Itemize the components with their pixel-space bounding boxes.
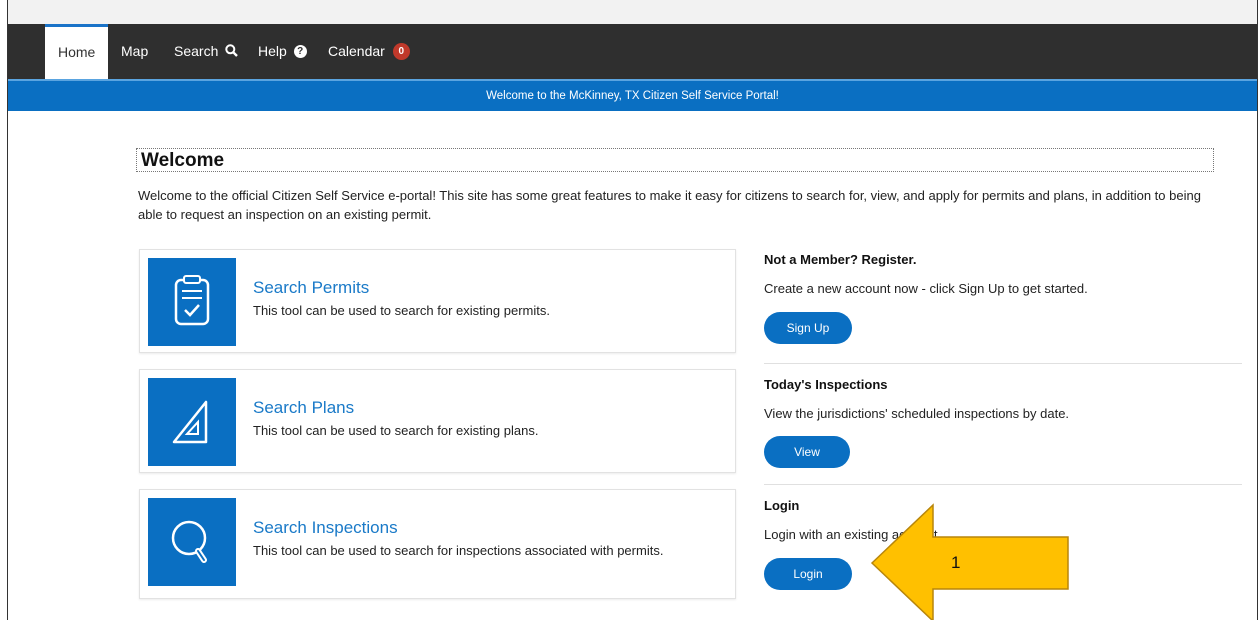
magnifier-icon [148,498,236,586]
triangle-ruler-icon [148,378,236,466]
search-inspections-card[interactable]: Search Inspections This tool can be used… [139,489,736,599]
search-permits-card[interactable]: Search Permits This tool can be used to … [139,249,736,353]
clipboard-check-icon [148,258,236,346]
nav-map[interactable]: Map [121,24,148,79]
callout-arrow-icon [870,503,1069,620]
search-permits-desc: This tool can be used to search for exis… [253,303,550,318]
nav-calendar[interactable]: Calendar 0 [328,24,410,79]
register-title: Not a Member? Register. [764,252,917,267]
nav-map-label: Map [121,43,149,59]
search-plans-card[interactable]: Search Plans This tool can be used to se… [139,369,736,473]
inspections-title: Today's Inspections [764,377,888,392]
divider [764,363,1242,364]
nav-calendar-label: Calendar [328,43,385,59]
view-button[interactable]: View [764,436,850,468]
inspections-text: View the jurisdictions' scheduled inspec… [764,406,1070,421]
search-icon [225,25,239,80]
register-text: Create a new account now - click Sign Up… [764,281,1088,296]
sign-up-button[interactable]: Sign Up [764,312,852,344]
banner-text: Welcome to the McKinney, TX Citizen Self… [486,90,779,102]
search-inspections-title[interactable]: Search Inspections [253,518,398,538]
intro-text: Welcome to the official Citizen Self Ser… [138,188,1201,222]
nav-search[interactable]: Search [174,24,239,80]
divider [764,484,1242,485]
calendar-count-badge: 0 [392,42,410,60]
welcome-heading-box: Welcome [136,148,1214,172]
search-plans-desc: This tool can be used to search for exis… [253,423,539,438]
top-strip [8,0,1257,24]
search-inspections-desc: This tool can be used to search for insp… [253,543,664,558]
search-permits-title[interactable]: Search Permits [253,278,369,298]
todays-inspections-section: Today's Inspections View the jurisdictio… [764,377,1242,468]
question-circle-icon: ? [293,44,307,58]
nav-help-label: Help [258,43,287,59]
nav-search-label: Search [174,43,219,59]
search-plans-title[interactable]: Search Plans [253,398,354,418]
top-navbar: Home Map Search Help ? Calendar 0 [8,24,1257,79]
nav-home[interactable]: Home [45,24,109,79]
nav-help[interactable]: Help ? [258,24,307,79]
page-title: Welcome [141,150,225,171]
nav-home-label: Home [58,44,96,60]
register-section: Not a Member? Register. Create a new acc… [764,252,1242,344]
callout-number: 1 [951,553,961,572]
login-button[interactable]: Login [764,558,852,590]
page-frame: Home Map Search Help ? Calendar 0 Welcom… [7,0,1258,620]
welcome-banner: Welcome to the McKinney, TX Citizen Self… [8,79,1257,111]
